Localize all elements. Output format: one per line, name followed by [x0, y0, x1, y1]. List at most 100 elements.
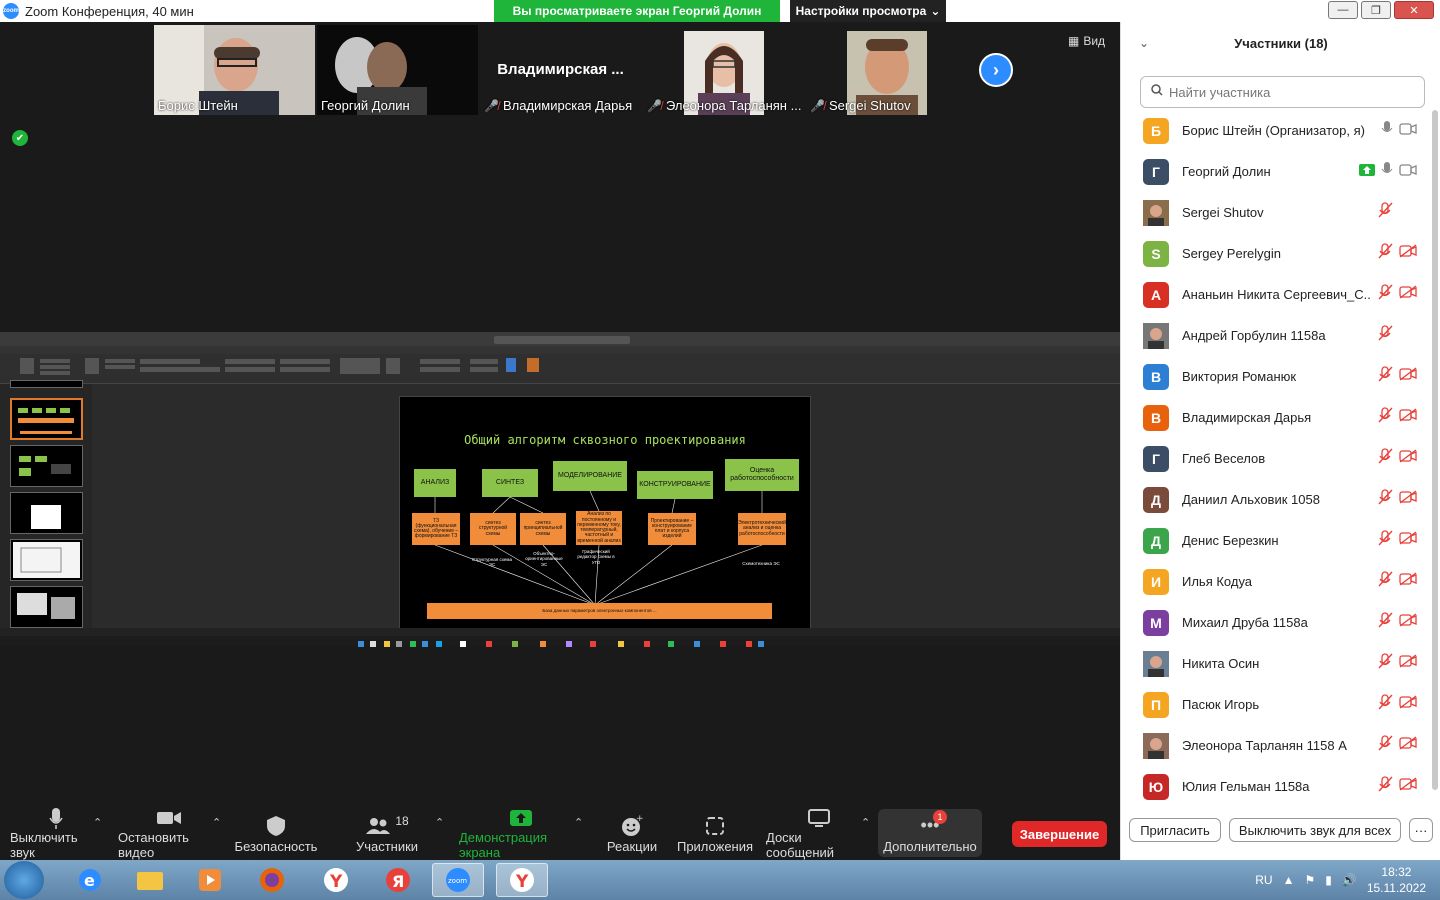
zoom-taskbar-icon[interactable]: zoom: [432, 863, 484, 897]
firefox-icon[interactable]: [246, 863, 298, 897]
tray-expand-icon[interactable]: ▲: [1283, 873, 1295, 887]
start-button[interactable]: [4, 861, 44, 899]
video-tile[interactable]: Борис Штейн: [154, 25, 315, 115]
video-off-icon[interactable]: [1399, 777, 1417, 796]
volume-icon[interactable]: 🔊: [1342, 873, 1357, 887]
participant-row[interactable]: Никита Осин: [1121, 643, 1431, 684]
reactions-button[interactable]: + Реакции: [604, 806, 660, 860]
panel-more-button[interactable]: ···: [1409, 818, 1433, 842]
participants-options-caret[interactable]: ⌃: [435, 816, 444, 829]
mute-button[interactable]: Выключить звук: [10, 806, 102, 860]
whiteboard-options-caret[interactable]: ⌃: [861, 816, 870, 829]
participant-row[interactable]: И Илья Кодуа: [1121, 561, 1431, 602]
microphone-muted-icon[interactable]: [1377, 694, 1393, 715]
microphone-muted-icon[interactable]: [1377, 612, 1393, 633]
microphone-icon[interactable]: [1381, 120, 1393, 141]
yandex-icon[interactable]: Я: [372, 863, 424, 897]
participant-row[interactable]: Элеонора Тарланян 1158 А: [1121, 725, 1431, 766]
slide-thumbnail[interactable]: [10, 445, 83, 487]
microphone-muted-icon[interactable]: [1377, 284, 1393, 305]
microphone-muted-icon[interactable]: [1377, 407, 1393, 428]
participant-list-scrollbar[interactable]: [1432, 110, 1438, 790]
apps-button[interactable]: Приложения: [676, 806, 754, 860]
shared-screen[interactable]: Общий алгоритм сквозного проектирования …: [0, 332, 1120, 647]
video-off-icon[interactable]: [1399, 654, 1417, 673]
video-off-icon[interactable]: [1399, 736, 1417, 755]
video-off-icon[interactable]: [1399, 367, 1417, 386]
more-button[interactable]: ••• Дополнительно: [878, 806, 982, 860]
microphone-muted-icon[interactable]: [1377, 776, 1393, 797]
video-off-icon[interactable]: [1399, 244, 1417, 263]
search-input[interactable]: [1169, 84, 1409, 100]
end-meeting-button[interactable]: Завершение: [1012, 821, 1107, 847]
slide-thumbnails[interactable]: [0, 380, 92, 628]
video-off-icon[interactable]: [1399, 572, 1417, 591]
minimize-button[interactable]: —: [1328, 1, 1358, 19]
participant-row[interactable]: Ю Юлия Гельман 1158а: [1121, 766, 1431, 807]
microphone-muted-icon[interactable]: [1377, 243, 1393, 264]
mute-all-button[interactable]: Выключить звук для всех: [1229, 818, 1401, 842]
participants-button[interactable]: 18 Участники: [352, 806, 422, 860]
participant-row[interactable]: Sergei Shutov: [1121, 192, 1431, 233]
participant-row[interactable]: В Виктория Романюк: [1121, 356, 1431, 397]
microphone-muted-icon[interactable]: [1377, 448, 1393, 469]
participant-row[interactable]: Б Борис Штейн (Организатор, я): [1121, 110, 1431, 151]
next-page-button[interactable]: ›: [979, 53, 1013, 87]
encryption-shield-icon[interactable]: ✔: [12, 130, 28, 146]
video-options-caret[interactable]: ⌃: [212, 816, 221, 829]
participant-row[interactable]: S Sergey Perelygin: [1121, 233, 1431, 274]
microphone-muted-icon[interactable]: [1377, 489, 1393, 510]
microphone-muted-icon[interactable]: [1377, 202, 1393, 223]
slide-thumbnail[interactable]: [10, 492, 83, 534]
slide-thumbnail[interactable]: [10, 539, 83, 581]
video-tile-active-speaker[interactable]: Георгий Долин: [317, 25, 478, 115]
share-options-caret[interactable]: ⌃: [574, 816, 583, 829]
video-tile[interactable]: Владимирская ... 🎤̸ Владимирская Дарья: [480, 25, 641, 115]
participant-row[interactable]: Г Георгий Долин: [1121, 151, 1431, 192]
participant-search[interactable]: [1140, 76, 1425, 108]
participant-row[interactable]: В Владимирская Дарья: [1121, 397, 1431, 438]
slide-thumbnail[interactable]: [10, 586, 83, 628]
media-player-icon[interactable]: [184, 863, 236, 897]
participant-row[interactable]: Г Глеб Веселов: [1121, 438, 1431, 479]
audio-options-caret[interactable]: ⌃: [93, 816, 102, 829]
maximize-button[interactable]: ❐: [1361, 1, 1391, 19]
whiteboards-button[interactable]: Доски сообщений: [766, 806, 872, 860]
video-off-icon[interactable]: [1399, 531, 1417, 550]
video-off-icon[interactable]: [1399, 490, 1417, 509]
microphone-muted-icon[interactable]: [1377, 366, 1393, 387]
flag-icon[interactable]: ⚑: [1305, 873, 1316, 887]
language-indicator[interactable]: RU: [1255, 873, 1272, 887]
participant-row[interactable]: П Пасюк Игорь: [1121, 684, 1431, 725]
clock[interactable]: 18:32 15.11.2022: [1367, 864, 1426, 896]
participant-row[interactable]: М Михаил Друба 1158а: [1121, 602, 1431, 643]
invite-button[interactable]: Пригласить: [1129, 818, 1221, 842]
participant-row[interactable]: Д Денис Березкин: [1121, 520, 1431, 561]
slide-thumbnail[interactable]: [10, 380, 83, 388]
microphone-muted-icon[interactable]: [1377, 653, 1393, 674]
microphone-muted-icon[interactable]: [1377, 325, 1393, 346]
video-camera-icon[interactable]: [1399, 163, 1417, 181]
microphone-muted-icon[interactable]: [1377, 571, 1393, 592]
microphone-muted-icon[interactable]: [1377, 735, 1393, 756]
video-tile[interactable]: 🎤̸ Элеонора Тарланян ...: [643, 25, 804, 115]
slide-thumbnail-selected[interactable]: [10, 398, 83, 440]
participant-row[interactable]: А Ананьин Никита Сергеевич_С...: [1121, 274, 1431, 315]
stop-video-button[interactable]: Остановить видео: [118, 806, 220, 860]
microphone-icon[interactable]: [1381, 161, 1393, 182]
close-button[interactable]: ✕: [1394, 1, 1434, 19]
video-tile[interactable]: 🎤̸ Sergei Shutov: [806, 25, 967, 115]
view-button[interactable]: ▦ Вид: [1068, 34, 1105, 48]
security-button[interactable]: Безопасность: [235, 806, 317, 860]
video-off-icon[interactable]: [1399, 408, 1417, 427]
video-off-icon[interactable]: [1399, 285, 1417, 304]
video-off-icon[interactable]: [1399, 613, 1417, 632]
video-camera-icon[interactable]: [1399, 122, 1417, 140]
share-screen-button[interactable]: Демонстрация экрана: [459, 806, 583, 860]
video-off-icon[interactable]: [1399, 449, 1417, 468]
participant-row[interactable]: Андрей Горбулин 1158а: [1121, 315, 1431, 356]
internet-explorer-icon[interactable]: e: [64, 863, 116, 897]
microphone-muted-icon[interactable]: [1377, 530, 1393, 551]
view-options-button[interactable]: Настройки просмотра ⌄: [790, 0, 946, 22]
participant-row[interactable]: Д Даниил Альховик 1058: [1121, 479, 1431, 520]
